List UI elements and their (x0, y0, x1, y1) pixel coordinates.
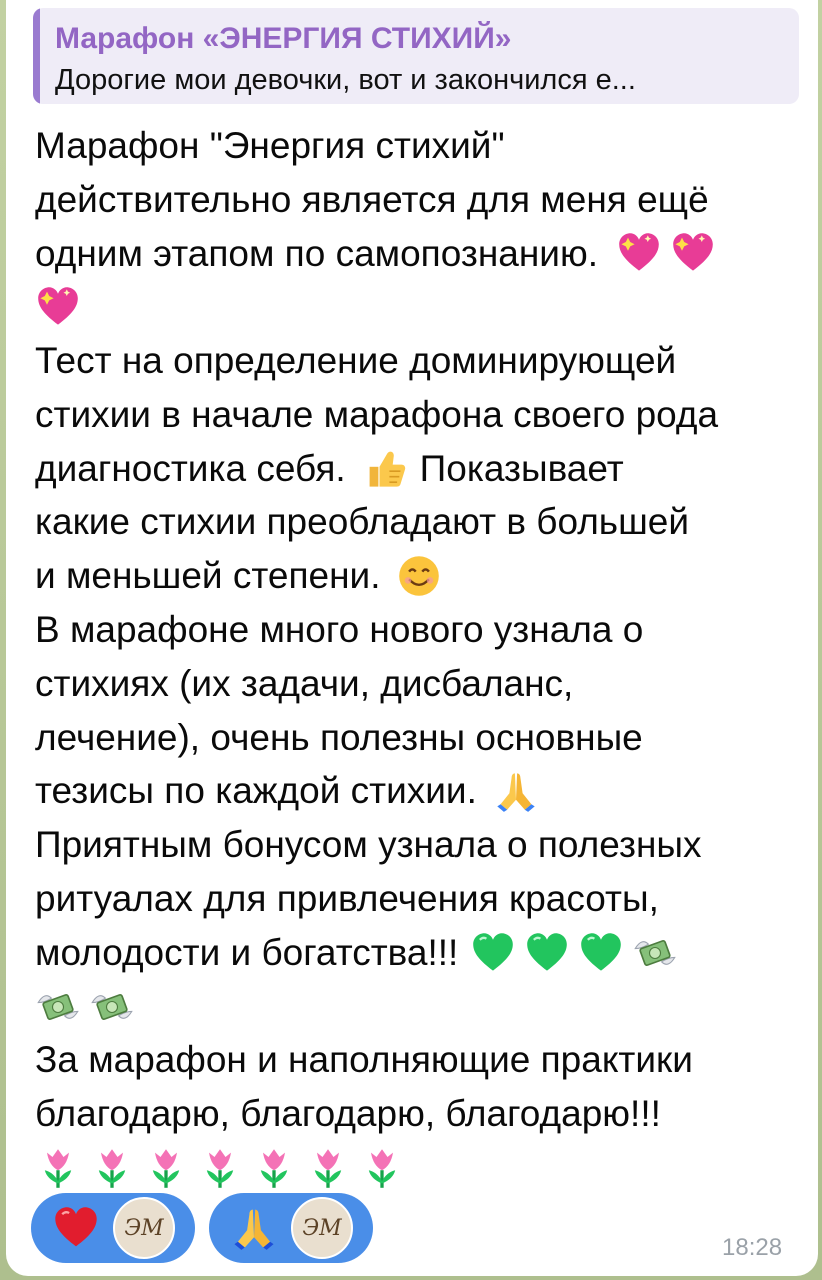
reactor-avatar: ЭМ (291, 1197, 353, 1259)
message-line (35, 280, 805, 334)
message-line: действительно является для меня ещё (35, 178, 709, 220)
tulip-icon (89, 1145, 135, 1191)
reaction-pray-button[interactable]: ЭМ (209, 1193, 373, 1263)
reaction-heart-button[interactable]: ЭМ (31, 1193, 195, 1263)
thumbs-up-icon (362, 446, 408, 492)
green-heart-icon (578, 930, 624, 976)
message-line: За марафон и наполняющие практики (35, 1039, 693, 1081)
tulip-icon (143, 1145, 189, 1191)
tulip-icon (35, 1145, 81, 1191)
message-timestamp: 18:28 (722, 1234, 783, 1261)
money-with-wings-icon (35, 984, 81, 1030)
message-line: лечение), очень полезны основные (35, 716, 643, 758)
message-line: Марафон "Энергия стихий" (35, 124, 505, 166)
tulip-icon (251, 1145, 297, 1191)
message-line: Тест на определение доминирующей (35, 340, 677, 382)
message-line: и меньшей степени. (35, 549, 805, 603)
message-line: благодарю, благодарю, благодарю!!! (35, 1093, 661, 1135)
sparkling-heart-icon (616, 230, 662, 276)
sparkling-heart-icon (35, 284, 81, 330)
message-line: Приятным бонусом узнала о полезных (35, 824, 702, 866)
reply-quote[interactable]: Марафон «ЭНЕРГИЯ СТИХИЙ» Дорогие мои дев… (33, 8, 799, 104)
message-bubble[interactable]: Марафон «ЭНЕРГИЯ СТИХИЙ» Дорогие мои дев… (6, 0, 818, 1276)
sparkling-heart-icon (670, 230, 716, 276)
reactor-avatar: ЭМ (113, 1197, 175, 1259)
message-line: стихии в начале марафона своего рода (35, 393, 719, 435)
red-heart-icon (55, 1207, 97, 1247)
reply-title: Марафон «ЭНЕРГИЯ СТИХИЙ» (55, 22, 512, 55)
tulip-icon (305, 1145, 351, 1191)
money-with-wings-icon (632, 930, 678, 976)
message-line: диагностика себя. Показывает (35, 442, 805, 496)
message-line: В марафоне много нового узнала о (35, 609, 644, 651)
message-line: одним этапом по самопознанию. (35, 227, 805, 281)
message-line: ритуалах для привлечения красоты, (35, 878, 659, 920)
message-line: тезисы по каждой стихии. (35, 765, 805, 819)
tulip-icon (359, 1145, 405, 1191)
message-line: стихиях (их задачи, дисбаланс, (35, 662, 574, 704)
folded-hands-icon (234, 1209, 274, 1250)
message-line (35, 1141, 805, 1195)
green-heart-icon (524, 930, 570, 976)
reply-accent-bar (33, 8, 40, 104)
green-heart-icon (470, 930, 516, 976)
folded-hands-icon (493, 768, 539, 814)
message-line: какие стихии преобладают в большей (35, 501, 690, 543)
message-line: молодости и богатства!!! (35, 926, 805, 980)
money-with-wings-icon (89, 984, 135, 1030)
message-text: Марафон "Энергия стихий" действительно я… (35, 119, 805, 1195)
message-line (35, 980, 805, 1034)
tulip-icon (197, 1145, 243, 1191)
smiling-face-icon (396, 553, 442, 599)
reply-snippet: Дорогие мои девочки, вот и закончился е.… (55, 64, 636, 96)
